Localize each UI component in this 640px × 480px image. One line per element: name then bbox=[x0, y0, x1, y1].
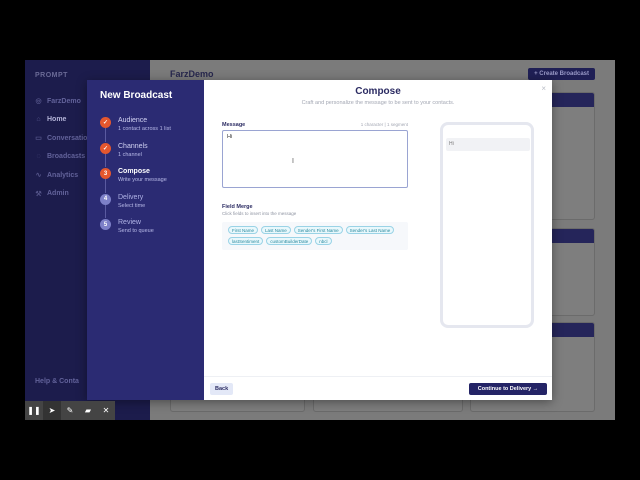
step-subtitle: Write your message bbox=[118, 177, 167, 183]
annotation-toolbar: ❚❚ ➤ ✎ ▰ ✕ bbox=[25, 401, 115, 420]
phone-preview: Hi bbox=[440, 122, 534, 328]
merge-field-last-name[interactable]: Last Name bbox=[261, 226, 291, 234]
compose-panel: × Compose Craft and personalize the mess… bbox=[204, 80, 552, 400]
step-number: 5 bbox=[100, 219, 111, 230]
preview-message-bubble: Hi bbox=[446, 138, 530, 151]
back-button[interactable]: Back bbox=[210, 383, 234, 395]
pointer-icon[interactable]: ➤ bbox=[43, 401, 61, 420]
page-title: FarzDemo bbox=[170, 69, 214, 79]
step-channels[interactable]: ✓ Channels 1 channel bbox=[100, 142, 200, 167]
broadcast-icon: ◌ bbox=[36, 153, 41, 161]
step-number: 3 bbox=[100, 168, 111, 179]
step-subtitle: Select time bbox=[118, 202, 146, 209]
field-merge-list: First Name Last Name Sender's First Name… bbox=[222, 222, 408, 250]
modal-footer: Back Continue to Delivery → bbox=[204, 376, 552, 400]
step-title: Delivery bbox=[118, 193, 144, 201]
compose-subtitle: Craft and personalize the message to be … bbox=[301, 100, 455, 106]
pause-icon[interactable]: ❚❚ bbox=[25, 401, 43, 420]
wrench-icon: ⚒ bbox=[35, 190, 42, 198]
continue-to-delivery-button[interactable]: Continue to Delivery → bbox=[469, 383, 547, 395]
step-number: 4 bbox=[100, 193, 111, 205]
sidebar-item-label: Analytics bbox=[47, 171, 79, 179]
field-merge-label: Field Merge bbox=[222, 204, 253, 210]
pen-icon[interactable]: ✎ bbox=[61, 401, 79, 420]
merge-field-custom-builder-date[interactable]: customBuilderDate bbox=[266, 237, 313, 245]
sidebar-item-label: Home bbox=[47, 116, 67, 124]
chart-icon: ∿ bbox=[35, 172, 42, 180]
home-icon: ⌂ bbox=[36, 116, 41, 124]
step-subtitle: 1 channel bbox=[118, 151, 142, 158]
wizard-steps: ✓ Audience 1 contact across 1 list ✓ Cha… bbox=[100, 116, 200, 244]
step-audience[interactable]: ✓ Audience 1 contact across 1 list bbox=[100, 116, 200, 142]
help-link[interactable]: Help & Conta bbox=[35, 378, 79, 385]
merge-field-first-name[interactable]: First Name bbox=[228, 226, 259, 234]
chat-icon: ▭ bbox=[35, 135, 42, 143]
step-subtitle: Send to queue bbox=[118, 228, 154, 234]
eraser-icon[interactable]: ▰ bbox=[79, 401, 97, 420]
field-merge-hint: Click fields to insert into the message bbox=[222, 211, 297, 216]
new-broadcast-modal: New Broadcast ✓ Audience 1 contact acros… bbox=[87, 80, 552, 400]
sidebar-item-label: Admin bbox=[47, 190, 69, 198]
step-connector bbox=[105, 179, 106, 193]
step-compose[interactable]: 3 Compose Write your message bbox=[100, 167, 200, 193]
step-connector bbox=[105, 204, 106, 218]
org-icon: ◎ bbox=[35, 98, 42, 106]
merge-field-sender-last-name[interactable]: Sender's Last Name bbox=[345, 226, 395, 234]
step-connector bbox=[105, 153, 106, 167]
wizard-sidebar: New Broadcast ✓ Audience 1 contact acros… bbox=[87, 80, 204, 400]
merge-field-sender-first-name[interactable]: Sender's First Name bbox=[293, 226, 343, 234]
step-subtitle: 1 contact across 1 list bbox=[118, 126, 171, 132]
step-delivery[interactable]: 4 Delivery Select time bbox=[100, 193, 200, 218]
screen-stage: PROMPT ◎ FarzDemo ⌂ Home ▭ Conversations ◌ B… bbox=[25, 60, 615, 420]
merge-field-last-sentiment[interactable]: lastSentiment bbox=[228, 237, 264, 245]
sidebar-item-label: FarzDemo bbox=[47, 97, 81, 105]
app-logo: PROMPT bbox=[35, 72, 68, 79]
message-count: 1 character | 1 segment bbox=[360, 122, 408, 127]
step-connector bbox=[105, 128, 106, 142]
wizard-title: New Broadcast bbox=[100, 90, 173, 101]
step-title: Channels bbox=[118, 142, 148, 150]
create-broadcast-button[interactable]: + Create Broadcast bbox=[528, 68, 595, 80]
step-review[interactable]: 5 Review Send to queue bbox=[100, 218, 200, 244]
message-input[interactable]: Hi bbox=[222, 130, 408, 188]
close-toolbar-icon[interactable]: ✕ bbox=[97, 401, 115, 420]
step-title: Audience bbox=[118, 117, 148, 124]
merge-field-nbcl[interactable]: nbcl bbox=[315, 237, 332, 245]
check-icon: ✓ bbox=[100, 142, 111, 154]
step-title: Review bbox=[118, 219, 141, 226]
compose-title: Compose bbox=[355, 86, 401, 97]
step-title: Compose bbox=[118, 168, 150, 175]
check-icon: ✓ bbox=[100, 117, 111, 128]
sidebar-item-label: Broadcasts bbox=[47, 153, 86, 161]
message-label: Message bbox=[222, 122, 246, 128]
text-cursor-icon: I bbox=[292, 158, 294, 165]
